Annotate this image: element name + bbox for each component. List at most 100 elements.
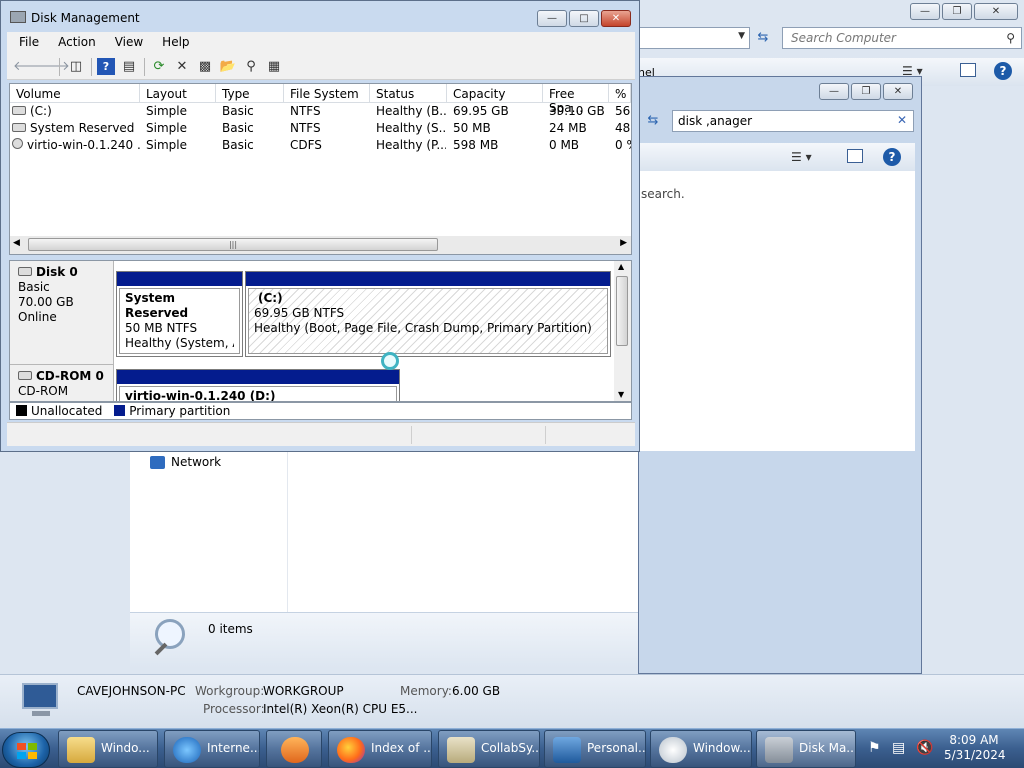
column-header-free-space[interactable]: Free Spa...: [543, 84, 609, 115]
help-icon[interactable]: ?: [97, 58, 115, 75]
restore-button[interactable]: ❐: [851, 83, 881, 100]
disk-0-size: 70.00 GB: [18, 295, 74, 309]
network-tray-icon[interactable]: ▤: [892, 740, 905, 756]
table-row[interactable]: virtio-win-0.1.240 ... Simple Basic CDFS…: [10, 138, 631, 155]
back-arrow-icon[interactable]: 🡐: [13, 58, 48, 75]
legend-unallocated: Unallocated: [31, 404, 103, 418]
maximize-button[interactable]: □: [569, 10, 599, 27]
window-controls: — □ ✕: [537, 10, 631, 27]
restore-button[interactable]: ❐: [942, 3, 972, 20]
taskbar-item-media-player[interactable]: [266, 730, 322, 768]
table-row[interactable]: System Reserved Simple Basic NTFS Health…: [10, 121, 631, 138]
column-header-percent-free[interactable]: % F: [609, 84, 631, 103]
preview-pane-icon[interactable]: [847, 149, 863, 163]
folder-icon: [67, 737, 95, 763]
capacity-cell: 50 MB: [453, 121, 491, 135]
search-input[interactable]: disk ,anager ✕: [672, 110, 914, 132]
partition-size: 50 MB NTFS: [125, 321, 198, 335]
taskbar-item-label: CollabSy...: [481, 741, 540, 755]
disk-0-label[interactable]: Disk 0 Basic 70.00 GB Online: [10, 261, 114, 365]
layout-cell: Simple: [146, 138, 187, 152]
column-header-volume[interactable]: Volume: [10, 84, 140, 103]
taskbar-item-collabsy[interactable]: CollabSy...: [438, 730, 540, 768]
partition-c-drive[interactable]: (C:) 69.95 GB NTFS Healthy (Boot, Page F…: [245, 271, 611, 357]
preview-pane-icon[interactable]: [960, 63, 976, 77]
views-icon[interactable]: ☰ ▾: [791, 150, 812, 164]
partition-system-reserved[interactable]: System Reserved 50 MB NTFS Healthy (Syst…: [116, 271, 243, 357]
search-icon[interactable]: ⚲: [1006, 31, 1015, 45]
taskbar-item-windows-cd[interactable]: Window...: [650, 730, 752, 768]
firefox-icon: [337, 737, 365, 763]
properties-sheet-icon[interactable]: ▩: [196, 58, 214, 75]
nav-item-network[interactable]: Network: [150, 455, 221, 469]
menu-view[interactable]: View: [103, 32, 150, 49]
disk-graphical-view: Disk 0 Basic 70.00 GB Online System Rese…: [9, 260, 632, 402]
refresh-icon[interactable]: ⇆: [639, 110, 667, 132]
search-results-area: search.: [639, 171, 915, 229]
clock-date: 5/31/2024: [944, 748, 1006, 762]
scroll-left-icon[interactable]: ◀: [13, 238, 20, 248]
address-bar[interactable]: ▼: [638, 27, 750, 49]
minimize-button[interactable]: —: [819, 83, 849, 100]
start-button[interactable]: [2, 732, 50, 768]
column-header-status[interactable]: Status: [370, 84, 447, 103]
help-icon[interactable]: ?: [883, 148, 901, 166]
type-cell: Basic: [222, 138, 254, 152]
taskbar-item-internet-explorer[interactable]: Interne...: [164, 730, 260, 768]
horizontal-scrollbar[interactable]: ◀ ||| ▶: [10, 236, 631, 254]
settings-icon[interactable]: ▦: [265, 58, 283, 75]
search-input[interactable]: Search Computer ⚲: [782, 27, 1022, 49]
partition-d-drive[interactable]: virtio-win-0.1.240 (D:): [116, 369, 400, 401]
table-row[interactable]: (C:) Simple Basic NTFS Healthy (B... 69.…: [10, 104, 631, 121]
taskbar-item-disk-management[interactable]: Disk Ma...: [756, 730, 856, 768]
close-button[interactable]: ✕: [974, 3, 1018, 20]
clock[interactable]: 8:09 AM 5/31/2024: [944, 733, 1006, 763]
column-header-type[interactable]: Type: [216, 84, 284, 103]
scrollbar-thumb[interactable]: [616, 276, 628, 346]
scroll-up-icon[interactable]: ▲: [618, 262, 624, 271]
refresh-icon[interactable]: ⟳: [150, 58, 168, 75]
chevron-down-icon[interactable]: ▼: [738, 31, 745, 41]
media-player-icon: [281, 737, 309, 763]
close-button[interactable]: ✕: [883, 83, 913, 100]
vertical-scrollbar[interactable]: ▲ ▼: [614, 261, 631, 401]
search-results-empty: [639, 229, 915, 451]
clear-search-icon[interactable]: ✕: [897, 113, 907, 127]
open-folder-icon[interactable]: 📂: [219, 58, 237, 75]
search-window-controls: — ❐ ✕: [819, 83, 913, 100]
monitor-icon: [553, 737, 581, 763]
partition-status: Healthy (System, Acti: [125, 336, 234, 350]
minimize-button[interactable]: —: [537, 10, 567, 27]
menu-file[interactable]: File: [7, 32, 46, 49]
close-button[interactable]: ✕: [601, 10, 631, 27]
status-cell: Healthy (B...: [376, 104, 446, 118]
help-icon[interactable]: ?: [994, 62, 1012, 80]
forward-arrow-icon[interactable]: 🡒: [35, 58, 70, 75]
properties-icon[interactable]: ▤: [120, 58, 138, 75]
unallocated-swatch: [16, 405, 27, 416]
menu-help[interactable]: Help: [150, 32, 196, 49]
column-header-layout[interactable]: Layout: [140, 84, 216, 103]
scroll-down-icon[interactable]: ▼: [618, 390, 624, 399]
show-hide-console-tree-icon[interactable]: ◫: [67, 58, 85, 75]
scroll-right-icon[interactable]: ▶: [620, 238, 627, 248]
column-header-file-system[interactable]: File System: [284, 84, 370, 103]
cdrom-0-label[interactable]: CD-ROM 0 CD-ROM: [10, 365, 114, 401]
menu-action[interactable]: Action: [46, 32, 103, 49]
scrollbar-thumb[interactable]: |||: [28, 238, 438, 251]
delete-icon[interactable]: ✕: [173, 58, 191, 75]
refresh-icon[interactable]: ⇆: [752, 27, 774, 49]
primary-swatch: [114, 405, 126, 416]
minimize-button[interactable]: —: [910, 3, 940, 20]
search-query: disk ,anager: [678, 114, 753, 128]
action-center-flag-icon[interactable]: ⚑: [868, 740, 881, 756]
search-icon[interactable]: ⚲: [242, 58, 260, 75]
free-space-cell: 0 MB: [549, 138, 580, 152]
title-bar[interactable]: Disk Management — □ ✕: [1, 1, 639, 33]
taskbar-item-windows-explorer[interactable]: Windo...: [58, 730, 158, 768]
column-header-capacity[interactable]: Capacity: [447, 84, 543, 103]
taskbar-item-personalization[interactable]: Personal...: [544, 730, 646, 768]
system-tray: ⚑ ▤ 🔇 8:09 AM 5/31/2024: [860, 730, 1024, 768]
taskbar-item-firefox[interactable]: Index of ...: [328, 730, 432, 768]
volume-muted-icon[interactable]: 🔇: [916, 740, 933, 756]
